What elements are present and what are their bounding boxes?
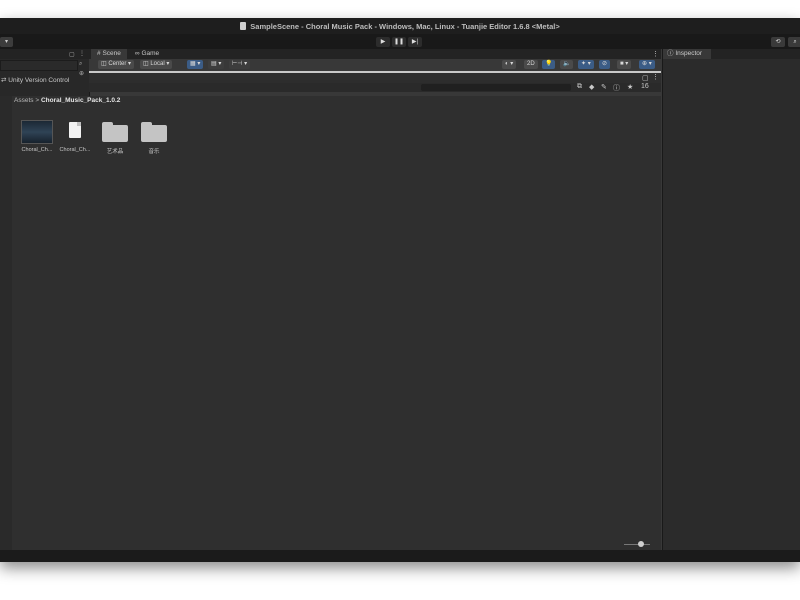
- pivot-icon: ◫: [101, 61, 107, 67]
- account-dropdown[interactable]: ▾: [0, 37, 13, 47]
- visibility-icon: ⊘: [602, 61, 608, 67]
- game-controller-icon: ∞: [135, 50, 140, 57]
- asset-item[interactable]: Choral_Ch...: [18, 120, 56, 153]
- ruler-button[interactable]: ⊢⊣ ▾: [229, 60, 251, 69]
- pivot-local-dropdown[interactable]: ◫ Local ▾: [140, 60, 173, 69]
- asset-item[interactable]: 艺术品: [96, 120, 134, 155]
- breadcrumb: Assets > Choral_Music_Pack_1.0.2: [14, 97, 120, 104]
- playback-controls: ▶ ❚❚ ▶|: [376, 37, 422, 47]
- scene-panel: # Scene ∞ Game ⋮ ◫ Center ▾ ◫ Local ▾ ▦ …: [89, 49, 661, 92]
- title-bar: SampleScene - Choral Music Pack - Window…: [0, 18, 800, 34]
- lighting-toggle-button[interactable]: 💡: [542, 60, 556, 69]
- asset-label: Choral_Ch...: [59, 147, 91, 153]
- breadcrumb-separator: >: [35, 97, 40, 104]
- light-icon: 💡: [545, 61, 553, 67]
- project-toolbar: ⧉ ◆ ✎ ⓘ ★ 16: [89, 83, 661, 92]
- snap-increment-button[interactable]: ▤ ▾: [208, 60, 225, 69]
- editor-window: SampleScene - Choral Music Pack - Window…: [0, 18, 800, 562]
- step-button[interactable]: ▶|: [408, 37, 422, 47]
- project-menu-icon[interactable]: ⋮: [652, 73, 659, 81]
- asset-label: 艺术品: [106, 149, 124, 155]
- audio-icon: 🔈: [563, 61, 571, 67]
- main-toolbar: ▾ ▶ ❚❚ ▶| ⟲ ⌕: [0, 34, 800, 49]
- add-icon[interactable]: ⊕: [79, 70, 84, 77]
- asset-item[interactable]: Choral_Ch...: [56, 120, 94, 153]
- info-icon: ⓘ: [667, 50, 674, 57]
- document-icon: [59, 120, 91, 144]
- version-control-icon: ⇄: [1, 77, 7, 84]
- effects-icon: ✦ ▾: [581, 61, 591, 67]
- image-thumbnail: [21, 120, 53, 144]
- tab-inspector-label: Inspector: [675, 50, 703, 57]
- project-lock-icon[interactable]: ▢: [642, 74, 649, 82]
- local-icon: ◫: [143, 61, 149, 67]
- hierarchy-header: ▢ ⋮: [0, 49, 89, 59]
- scene-tabs: # Scene ∞ Game ⋮: [89, 49, 661, 59]
- info-icon[interactable]: ⓘ: [613, 83, 620, 93]
- asset-item[interactable]: 音乐: [135, 120, 173, 155]
- tab-game-label: Game: [141, 50, 160, 57]
- version-control-label: Unity Version Control: [8, 77, 70, 84]
- project-asset-area: Assets > Choral_Music_Pack_1.0.2 Choral_…: [12, 96, 661, 551]
- gizmos-dropdown[interactable]: ⊕ ▾: [639, 60, 655, 69]
- status-bar: [0, 550, 800, 562]
- pivot-center-label: Center: [108, 61, 127, 67]
- search-by-label-icon[interactable]: ◆: [589, 83, 594, 91]
- tag-icon[interactable]: ✎: [601, 83, 607, 91]
- scene-document-icon: [240, 22, 247, 30]
- project-header: ▢ ⋮: [89, 73, 661, 83]
- menu-icon[interactable]: ⋮: [79, 50, 85, 57]
- draw-mode-dropdown[interactable]: ◐ ▾: [502, 60, 517, 69]
- 2d-toggle-button[interactable]: 2D: [524, 60, 538, 69]
- folder-icon: [138, 120, 170, 144]
- inspector-panel: ⓘ Inspector: [662, 49, 800, 550]
- window-title: SampleScene - Choral Music Pack - Window…: [250, 21, 560, 31]
- pivot-local-label: Local: [150, 61, 165, 67]
- breadcrumb-root[interactable]: Assets: [14, 97, 34, 104]
- tab-inspector[interactable]: ⓘ Inspector: [663, 49, 711, 59]
- tab-scene-label: Scene: [102, 50, 121, 57]
- asset-label: 音乐: [148, 149, 160, 155]
- history-icon[interactable]: ⟲: [771, 37, 785, 47]
- version-control-item[interactable]: ⇄ Unity Version Control: [1, 76, 69, 84]
- thumbnail-size-slider[interactable]: [624, 544, 650, 545]
- folder-icon: [99, 120, 131, 144]
- camera-icon: ■ ▾: [620, 61, 629, 67]
- hierarchy-search-input[interactable]: [0, 60, 78, 71]
- gizmo-icon: ⊕ ▾: [642, 61, 652, 67]
- lock-icon[interactable]: ▢: [69, 51, 75, 58]
- scene-menu-icon[interactable]: ⋮: [652, 50, 659, 58]
- tab-game[interactable]: ∞ Game: [129, 49, 165, 59]
- effects-dropdown[interactable]: ✦ ▾: [578, 60, 594, 69]
- project-search-input[interactable]: [421, 84, 571, 91]
- search-by-type-icon[interactable]: ⧉: [577, 83, 582, 91]
- ruler-icon: ⊢⊣ ▾: [232, 61, 248, 67]
- pause-button[interactable]: ❚❚: [392, 37, 406, 47]
- hidden-objects-button[interactable]: ⊘: [599, 60, 611, 69]
- play-button[interactable]: ▶: [376, 37, 390, 47]
- breadcrumb-current[interactable]: Choral_Music_Pack_1.0.2: [41, 97, 121, 104]
- audio-toggle-button[interactable]: 🔈: [560, 60, 574, 69]
- snap-icon: ▤ ▾: [211, 61, 222, 67]
- camera-dropdown[interactable]: ■ ▾: [617, 60, 632, 69]
- inspector-header: [711, 49, 800, 59]
- grid-snap-button[interactable]: ▦ ▾: [187, 60, 204, 69]
- scene-toolbar: ◫ Center ▾ ◫ Local ▾ ▦ ▾ ▤ ▾ ⊢⊣ ▾ ◐ ▾ 2D…: [89, 59, 661, 73]
- tab-scene[interactable]: # Scene: [91, 49, 127, 59]
- favorite-star-icon[interactable]: ★: [627, 83, 633, 91]
- scene-grid-icon: #: [97, 50, 101, 57]
- search-icon[interactable]: ⌕: [788, 37, 800, 47]
- pivot-center-dropdown[interactable]: ◫ Center ▾: [98, 60, 135, 69]
- grid-icon: ▦ ▾: [190, 61, 201, 67]
- shading-icon: ◐ ▾: [505, 61, 514, 67]
- slider-handle[interactable]: [638, 541, 644, 547]
- filter-icon[interactable]: ⌕: [79, 61, 82, 68]
- hidden-packages-count[interactable]: 16: [641, 83, 649, 90]
- asset-label: Choral_Ch...: [21, 147, 53, 153]
